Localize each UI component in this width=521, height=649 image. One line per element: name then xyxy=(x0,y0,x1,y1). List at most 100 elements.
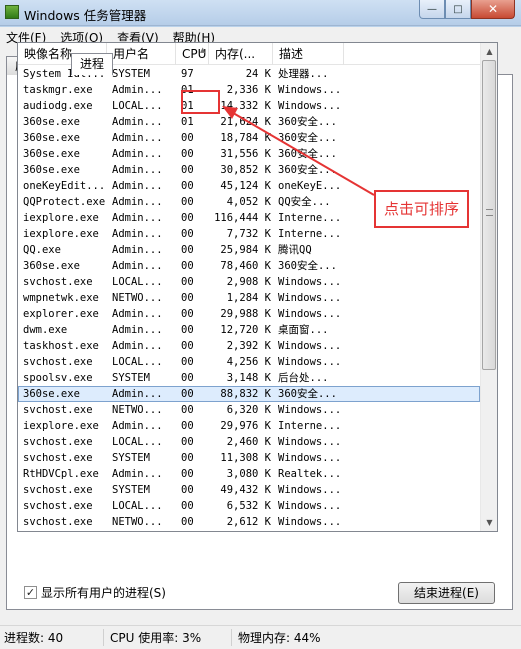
table-row[interactable]: svchost.exe LOCAL... 00 4,256 K Windows... xyxy=(18,354,480,370)
cell-memory: 21,624 K xyxy=(220,116,271,128)
cell-description: Windows... xyxy=(278,404,342,416)
column-description[interactable]: 描述 xyxy=(273,43,344,65)
table-row[interactable]: svchost.exe LOCAL... 00 2,460 K Windows... xyxy=(18,434,480,450)
cell-cpu: 01 xyxy=(181,116,194,128)
table-row[interactable]: 360se.exe Admin... 01 21,624 K 360安全... xyxy=(18,114,480,130)
vertical-scrollbar[interactable]: ▲ ▼ xyxy=(480,43,497,531)
cell-user-name: Admin... xyxy=(112,180,163,192)
cell-description: Windows... xyxy=(278,500,342,512)
table-row[interactable]: 360se.exe Admin... 00 88,832 K 360安全... xyxy=(18,386,480,402)
scroll-thumb[interactable] xyxy=(482,60,496,370)
cell-cpu: 00 xyxy=(181,132,194,144)
cell-cpu: 00 xyxy=(181,212,194,224)
cell-user-name: Admin... xyxy=(112,116,163,128)
maximize-button[interactable]: □ xyxy=(445,0,471,19)
table-row[interactable]: 360se.exe Admin... 00 18,784 K 360安全... xyxy=(18,130,480,146)
column-user-name[interactable]: 用户名 xyxy=(107,43,176,65)
table-row[interactable]: iexplore.exe Admin... 00 29,976 K Interne... xyxy=(18,418,480,434)
cell-description: QQ安全... xyxy=(278,196,331,208)
cell-memory: 78,460 K xyxy=(220,260,271,272)
table-row[interactable]: iexplore.exe Admin... 00 7,732 K Interne... xyxy=(18,226,480,242)
cell-image-name: svchost.exe xyxy=(23,404,93,416)
cell-cpu: 00 xyxy=(181,468,194,480)
cell-image-name: explorer.exe xyxy=(23,308,99,320)
table-row[interactable]: svchost.exe LOCAL... 00 6,532 K Windows... xyxy=(18,498,480,514)
cell-cpu: 00 xyxy=(181,276,194,288)
cell-image-name: iexplore.exe xyxy=(23,228,99,240)
minimize-button[interactable]: — xyxy=(419,0,445,19)
table-row[interactable]: explorer.exe Admin... 00 29,988 K Windows... xyxy=(18,306,480,322)
column-memory[interactable]: 内存(... xyxy=(209,43,273,65)
cell-image-name: taskmgr.exe xyxy=(23,84,93,96)
cell-description: 处理器... xyxy=(278,68,329,80)
cell-memory: 4,052 K xyxy=(226,196,271,208)
cell-user-name: SYSTEM xyxy=(112,484,150,496)
cell-user-name: LOCAL... xyxy=(112,356,163,368)
show-all-users-option[interactable]: ✓ 显示所有用户的进程(S) xyxy=(24,584,166,601)
cell-user-name: Admin... xyxy=(112,244,163,256)
cell-description: 后台处... xyxy=(278,372,329,384)
end-process-button[interactable]: 结束进程(E) xyxy=(398,582,495,604)
table-row[interactable]: svchost.exe LOCAL... 00 2,908 K Windows... xyxy=(18,274,480,290)
column-cpu[interactable]: ▲ CPU xyxy=(176,43,209,65)
cell-user-name: Admin... xyxy=(112,212,163,224)
show-all-users-checkbox[interactable]: ✓ xyxy=(24,586,37,599)
cell-memory: 2,612 K xyxy=(226,516,271,528)
cpu-column-highlight xyxy=(181,90,220,114)
cell-user-name: SYSTEM xyxy=(112,452,150,464)
window-title: Windows 任务管理器 xyxy=(24,8,147,23)
table-row[interactable]: 360se.exe Admin... 00 30,852 K 360安全... xyxy=(18,162,480,178)
cell-image-name: 360se.exe xyxy=(23,164,80,176)
cell-cpu: 00 xyxy=(181,244,194,256)
table-row[interactable]: taskhost.exe Admin... 00 2,392 K Windows... xyxy=(18,338,480,354)
title-bar: Windows 任务管理器 — □ ✕ xyxy=(0,0,521,26)
cell-memory: 49,432 K xyxy=(220,484,271,496)
cell-user-name: NETWO... xyxy=(112,292,163,304)
cell-user-name: LOCAL... xyxy=(112,436,163,448)
cell-image-name: wmpnetwk.exe xyxy=(23,292,99,304)
cell-image-name: svchost.exe xyxy=(23,500,93,512)
cell-memory: 2,392 K xyxy=(226,340,271,352)
cell-cpu: 00 xyxy=(181,452,194,464)
table-row[interactable]: svchost.exe NETWO... 00 2,612 K Windows... xyxy=(18,514,480,530)
cell-user-name: NETWO... xyxy=(112,404,163,416)
cell-user-name: Admin... xyxy=(112,420,163,432)
process-list[interactable]: 映像名称 用户名 ▲ CPU 内存(... 描述 System Idl... SYS… xyxy=(17,42,498,532)
grip-icon xyxy=(486,209,493,216)
cell-cpu: 00 xyxy=(181,388,194,400)
cell-description: Interne... xyxy=(278,228,342,240)
cell-cpu: 00 xyxy=(181,308,194,320)
cell-cpu: 00 xyxy=(181,404,194,416)
table-row[interactable]: svchost.exe SYSTEM 00 11,308 K Windows... xyxy=(18,450,480,466)
scroll-up-icon[interactable]: ▲ xyxy=(481,43,497,60)
table-row[interactable]: RtHDVCpl.exe Admin... 00 3,080 K Realtek... xyxy=(18,466,480,482)
table-row[interactable]: audiodg.exe LOCAL... 01 14,332 K Windows... xyxy=(18,98,480,114)
cell-user-name: Admin... xyxy=(112,84,163,96)
cell-user-name: LOCAL... xyxy=(112,100,163,112)
cell-cpu: 00 xyxy=(181,356,194,368)
table-row[interactable]: 360se.exe Admin... 00 78,460 K 360安全... xyxy=(18,258,480,274)
table-row[interactable]: svchost.exe SYSTEM 00 49,432 K Windows... xyxy=(18,482,480,498)
close-button[interactable]: ✕ xyxy=(471,0,515,19)
table-row[interactable]: dwm.exe Admin... 00 12,720 K 桌面窗... xyxy=(18,322,480,338)
cell-memory: 18,784 K xyxy=(220,132,271,144)
table-row[interactable]: QQ.exe Admin... 00 25,984 K 腾讯QQ xyxy=(18,242,480,258)
table-row[interactable]: spoolsv.exe SYSTEM 00 3,148 K 后台处... xyxy=(18,370,480,386)
status-physical-memory: 物理内存: 44% xyxy=(238,631,321,645)
task-manager-icon xyxy=(5,5,19,19)
table-row[interactable]: wmpnetwk.exe NETWO... 00 1,284 K Windows... xyxy=(18,290,480,306)
cell-cpu: 00 xyxy=(181,148,194,160)
table-row[interactable]: taskmgr.exe Admin... 01 2,336 K Windows... xyxy=(18,82,480,98)
table-row[interactable]: 360se.exe Admin... 00 31,556 K 360安全... xyxy=(18,146,480,162)
cell-cpu: 00 xyxy=(181,324,194,336)
cell-description: Windows... xyxy=(278,516,342,528)
table-row[interactable]: svchost.exe NETWO... 00 6,320 K Windows... xyxy=(18,402,480,418)
tab-processes[interactable]: 进程 xyxy=(71,53,114,75)
cell-user-name: Admin... xyxy=(112,468,163,480)
scroll-down-icon[interactable]: ▼ xyxy=(481,514,497,531)
cell-description: Windows... xyxy=(278,452,342,464)
cell-image-name: 360se.exe xyxy=(23,116,80,128)
cell-description: 360安全... xyxy=(278,260,337,272)
cell-description: Windows... xyxy=(278,436,342,448)
cell-description: Interne... xyxy=(278,420,342,432)
